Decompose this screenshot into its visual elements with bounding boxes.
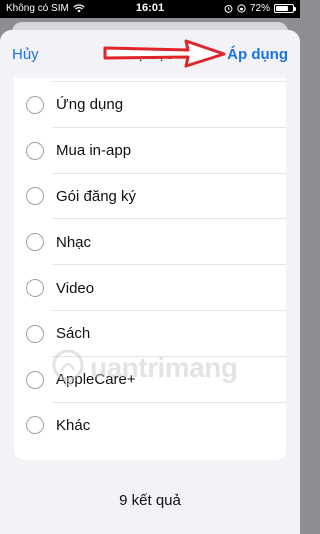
list-item[interactable]: Khác (14, 403, 286, 449)
battery-icon (274, 4, 296, 13)
list-item-label: Sách (56, 325, 91, 343)
battery-percent: 72% (249, 3, 270, 14)
radio-button[interactable] (26, 95, 44, 114)
filter-list: Ứng dụng Mua in-app Gói đăng ký Nhạc Video Sá… (14, 66, 286, 460)
radio-button[interactable] (26, 370, 44, 389)
list-item-label: Mua in-app (56, 142, 132, 160)
radio-button[interactable] (26, 233, 44, 252)
lock-rotation-icon (237, 4, 246, 13)
list-item-label: Video (56, 279, 95, 297)
alarm-icon (224, 5, 233, 13)
watermark: uantrimang (50, 348, 238, 388)
lightbulb-logo-icon (52, 349, 84, 386)
list-item[interactable]: Gói đăng ký (14, 174, 286, 220)
list-item[interactable]: Video (14, 265, 286, 311)
battery-fill (276, 6, 288, 11)
radio-button[interactable] (26, 141, 44, 160)
list-item[interactable]: Mua in-app (14, 128, 286, 174)
apply-button[interactable]: Áp dụng (227, 46, 288, 63)
radio-button[interactable] (26, 324, 44, 343)
radio-button[interactable] (26, 187, 44, 206)
result-count: 9 kết quả (119, 492, 181, 509)
status-bar: Không có SIM 16:01 72% (0, 0, 300, 18)
radio-button[interactable] (26, 279, 44, 298)
annotation-arrow-icon (103, 39, 226, 68)
list-item[interactable]: Nhạc (14, 219, 286, 265)
list-item-label: Gói đăng ký (56, 187, 137, 205)
list-item[interactable]: Ứng dụng (14, 82, 286, 128)
filter-sheet: Hủy Bộ Lọc Áp dụng Ứng dụngMua in-appGói… (0, 30, 300, 534)
radio-button[interactable] (26, 416, 44, 435)
status-right: 72% (224, 3, 296, 14)
list-item-label: Khác (56, 416, 91, 434)
filter-items: Ứng dụng Mua in-app Gói đăng ký Nhạc Video Sá… (14, 82, 286, 448)
list-item-label: Nhạc (56, 233, 92, 251)
list-item-label: Ứng dụng (56, 96, 124, 114)
watermark-text: uantrimang (90, 352, 238, 383)
